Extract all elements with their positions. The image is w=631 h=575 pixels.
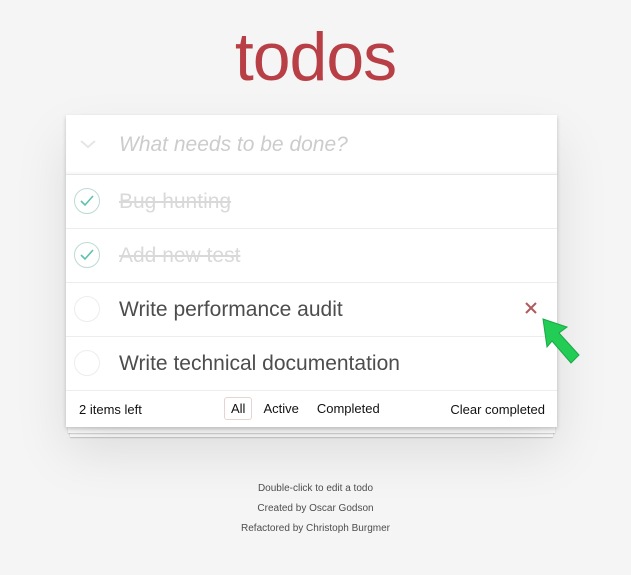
todo-label[interactable]: Write performance audit (119, 297, 343, 323)
todo-app: Bug hunting Add new test Write performan… (66, 115, 557, 427)
checkmark-icon (80, 249, 94, 261)
filter-all[interactable]: All (224, 397, 253, 420)
filter-active[interactable]: Active (256, 397, 305, 420)
filters: All Active Completed (224, 397, 387, 420)
complete-toggle[interactable] (74, 242, 100, 268)
created-by: Created by Oscar Godson (257, 503, 374, 514)
refactored-by: Refactored by Christoph Burgmer (241, 523, 390, 534)
todo-item[interactable]: Bug hunting (66, 175, 557, 229)
edit-hint: Double-click to edit a todo (257, 483, 374, 494)
todo-label[interactable]: Add new test (119, 243, 240, 269)
complete-toggle[interactable] (74, 188, 100, 214)
new-todo-input[interactable] (119, 129, 539, 161)
arrow-pointer-icon (542, 318, 580, 364)
app-title: todos (234, 19, 397, 95)
clear-completed-button[interactable]: Clear completed (450, 402, 545, 417)
todo-footer: 2 items left All Active Completed Clear … (66, 391, 557, 427)
complete-toggle[interactable] (74, 350, 100, 376)
checkmark-icon (80, 195, 94, 207)
filter-completed[interactable]: Completed (310, 397, 387, 420)
todo-item[interactable]: Write performance audit (66, 283, 557, 337)
todo-item[interactable]: Add new test (66, 229, 557, 283)
todo-list: Bug hunting Add new test Write performan… (66, 175, 557, 391)
todo-label[interactable]: Write technical documentation (119, 351, 400, 377)
todo-header (66, 115, 557, 175)
todo-label[interactable]: Bug hunting (119, 189, 231, 215)
todo-item[interactable]: Write technical documentation (66, 337, 557, 391)
toggle-all-chevron-down-icon[interactable] (76, 132, 100, 156)
items-left-count: 2 items left (79, 402, 142, 417)
complete-toggle[interactable] (74, 296, 100, 322)
